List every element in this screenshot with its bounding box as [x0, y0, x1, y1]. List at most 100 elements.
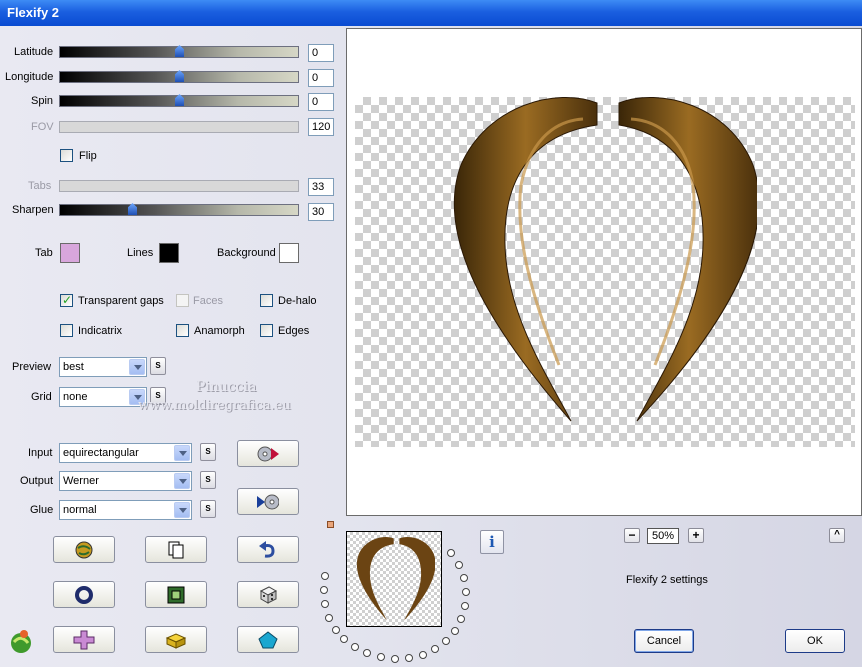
grid-select-value: none	[63, 391, 88, 403]
background-color-swatch[interactable]	[279, 243, 299, 263]
transparent-gaps-checkbox[interactable]: ✓	[60, 293, 73, 307]
navigator-corner-handle[interactable]	[327, 521, 334, 528]
dial-dot[interactable]	[325, 614, 333, 622]
latitude-thumb[interactable]	[174, 44, 185, 60]
sharpen-slider[interactable]	[59, 202, 299, 218]
cross-button[interactable]	[53, 626, 115, 653]
preview-canvas[interactable]	[346, 28, 862, 516]
anamorph-label: Anamorph	[194, 325, 245, 337]
globe-icon	[75, 541, 93, 558]
chevron-down-icon[interactable]	[174, 445, 190, 461]
spin-slider[interactable]	[59, 93, 299, 109]
tab-color-label: Tab	[35, 247, 53, 259]
dial-dot[interactable]	[320, 586, 328, 594]
dial-dot[interactable]	[442, 637, 450, 645]
output-s-button[interactable]: S	[200, 471, 216, 489]
brick-button[interactable]	[145, 626, 207, 653]
de-halo-label: De-halo	[278, 295, 317, 307]
grid-label: Grid	[31, 391, 52, 403]
dial-dot[interactable]	[351, 643, 359, 651]
ok-button[interactable]: OK	[785, 629, 845, 653]
sharpen-value[interactable]: 30	[308, 203, 334, 221]
info-button[interactable]: i	[480, 530, 504, 554]
dial-dot[interactable]	[332, 626, 340, 634]
preview-s-button[interactable]: S	[150, 357, 166, 375]
dial-dot[interactable]	[461, 602, 469, 610]
glue-label: Glue	[30, 504, 54, 516]
grid-select[interactable]: none	[59, 387, 147, 407]
zoom-level[interactable]: 50%	[647, 528, 679, 544]
cancel-button[interactable]: Cancel	[634, 629, 694, 653]
status-text: Flexify 2 settings	[626, 574, 708, 586]
dial-dot[interactable]	[363, 649, 371, 657]
tabs-value: 33	[308, 178, 334, 196]
save-preset-button[interactable]	[237, 488, 299, 515]
frame-button[interactable]	[145, 581, 207, 608]
dial-dot[interactable]	[455, 561, 463, 569]
chevron-down-icon[interactable]	[174, 473, 190, 489]
faces-label: Faces	[193, 295, 223, 307]
input-select-value: equirectangular	[63, 447, 139, 459]
anamorph-checkbox[interactable]	[176, 324, 189, 337]
dial-dot[interactable]	[447, 549, 455, 557]
spin-thumb[interactable]	[174, 93, 185, 109]
pentagon-button[interactable]	[237, 626, 299, 653]
dial-dot[interactable]	[431, 645, 439, 653]
longitude-thumb[interactable]	[174, 69, 185, 85]
disc-load-icon	[257, 446, 279, 461]
de-halo-checkbox[interactable]	[260, 294, 273, 307]
thumbnail-preview[interactable]	[346, 531, 442, 627]
fov-label: FOV	[31, 121, 54, 133]
ring-icon	[75, 585, 93, 604]
dialog-body: Latitude 0 Longitude 0 Spin 0 FOV 120 Fl…	[0, 26, 862, 667]
edges-checkbox[interactable]	[260, 324, 273, 337]
fov-value: 120	[308, 118, 334, 136]
output-select-value: Werner	[63, 475, 99, 487]
dial-dot[interactable]	[462, 588, 470, 596]
flip-checkbox[interactable]	[60, 149, 73, 162]
glue-s-button[interactable]: S	[200, 500, 216, 518]
sharpen-label: Sharpen	[12, 204, 54, 216]
longitude-slider[interactable]	[59, 69, 299, 85]
preview-select[interactable]: best	[59, 357, 147, 377]
load-preset-button[interactable]	[237, 440, 299, 467]
ring-button[interactable]	[53, 581, 115, 608]
lines-color-label: Lines	[127, 247, 154, 259]
input-label: Input	[28, 447, 53, 459]
dial-dot[interactable]	[457, 615, 465, 623]
chevron-down-icon[interactable]	[174, 502, 190, 518]
latitude-value[interactable]: 0	[308, 44, 334, 62]
spin-value[interactable]: 0	[308, 93, 334, 111]
lines-color-swatch[interactable]	[159, 243, 179, 263]
longitude-value[interactable]: 0	[308, 69, 334, 87]
dice-button[interactable]	[237, 581, 299, 608]
dial-dot[interactable]	[377, 653, 385, 661]
dial-dot[interactable]	[340, 635, 348, 643]
heart-thumbnail	[356, 537, 435, 621]
latitude-slider[interactable]	[59, 44, 299, 60]
dial-dot[interactable]	[405, 654, 413, 662]
dial-dot[interactable]	[321, 572, 329, 580]
dial-dot[interactable]	[391, 655, 399, 663]
copy-button[interactable]	[145, 536, 207, 563]
dial-dot[interactable]	[419, 651, 427, 659]
brick-icon	[165, 632, 187, 649]
chevron-down-icon[interactable]	[129, 359, 145, 375]
input-s-button[interactable]: S	[200, 443, 216, 461]
input-select[interactable]: equirectangular	[59, 443, 192, 463]
disc-save-icon	[257, 494, 279, 509]
randomize-button[interactable]	[53, 536, 115, 563]
dial-dot[interactable]	[460, 574, 468, 582]
tab-color-swatch[interactable]	[60, 243, 80, 263]
indicatrix-checkbox[interactable]	[60, 324, 73, 337]
collapse-button[interactable]: ^	[829, 528, 845, 543]
undo-button[interactable]	[237, 536, 299, 563]
glue-select[interactable]: normal	[59, 500, 192, 520]
tabs-slider	[59, 180, 299, 192]
dial-dot[interactable]	[451, 627, 459, 635]
zoom-in-button[interactable]: +	[688, 528, 704, 543]
sharpen-thumb[interactable]	[127, 202, 138, 218]
output-select[interactable]: Werner	[59, 471, 192, 491]
zoom-out-button[interactable]: −	[624, 528, 640, 543]
dial-dot[interactable]	[321, 600, 329, 608]
